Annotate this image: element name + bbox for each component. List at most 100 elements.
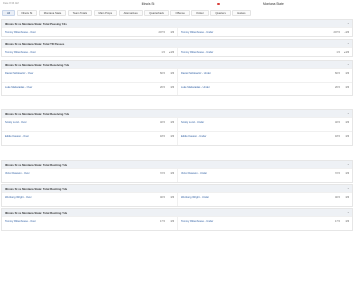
option-line: 18.5 — [334, 135, 340, 138]
option-odds: 1.5 — [170, 172, 174, 175]
tab-kicker[interactable]: Kicker — [191, 10, 209, 16]
option-line: 32.5 — [159, 121, 165, 124]
option-label: Tommy Rittenhouse - Over — [5, 31, 36, 34]
bet-option-over[interactable]: Tommy Rittenhouse - Over 1.5 +1.5 — [2, 47, 177, 56]
collapse-caret-icon[interactable]: ^ — [348, 112, 349, 116]
bet-option-under[interactable]: Victor Dawson - Under 72.5 1.5 — [177, 168, 352, 182]
option-label: Daniel Sobkowicz - Over — [5, 72, 34, 75]
market-panel: Illinois St vs Montana State: Total TD P… — [1, 39, 353, 57]
option-line: 1.5 — [336, 51, 340, 54]
team-a-name: Illinois St — [141, 1, 155, 6]
tab-all[interactable]: All — [2, 10, 15, 16]
option-line: 20.5 — [334, 86, 340, 89]
bet-option-over[interactable]: Scotty Lund - Over 32.5 1.5 — [2, 117, 177, 131]
bet-option-over[interactable]: Daniel Sobkowicz - Over 60.5 1.5 — [2, 68, 177, 82]
market-header[interactable]: Illinois St vs Montana State: Total Rush… — [2, 161, 352, 168]
collapse-caret-icon[interactable]: ^ — [348, 42, 349, 46]
market-panel: Illinois St vs Montana State: Total Rush… — [1, 184, 353, 207]
market-header[interactable]: Illinois St vs Montana State: Total TD P… — [2, 40, 352, 47]
option-line: 60.5 — [159, 72, 165, 75]
option-label: Tommy Rittenhouse - Under — [181, 31, 214, 34]
tab-halves[interactable]: Halves — [232, 10, 251, 16]
bet-option-under[interactable]: Tommy Rittenhouse - Under 1.5 +1.5 — [177, 47, 352, 56]
tab-quarterback[interactable]: Quarterback — [144, 10, 169, 16]
market-panel: Illinois St vs Montana State: Total Rece… — [1, 109, 353, 146]
collapse-caret-icon[interactable]: ^ — [348, 187, 349, 191]
option-odds: 1.5 — [345, 172, 349, 175]
market-panel: Illinois St vs Montana State: Total Pass… — [1, 19, 353, 37]
tab-team-a[interactable]: Illinois St — [16, 10, 38, 16]
option-odds: 1.5 — [345, 86, 349, 89]
market-title: Illinois St vs Montana State: Total Rush… — [5, 162, 68, 167]
market-title: Illinois St vs Montana State: Total Pass… — [5, 21, 67, 26]
market-panel: Illinois St vs Montana State: Total Rush… — [1, 160, 353, 183]
option-odds: 1.5 — [170, 196, 174, 199]
tab-team-totals[interactable]: Team Totals — [67, 10, 93, 16]
collapse-caret-icon[interactable]: ^ — [348, 63, 349, 67]
bet-option-under[interactable]: Eddie Kasson - Under 18.5 1.5 — [177, 131, 352, 145]
market-row: Tommy Rittenhouse - Over 17.5 1.5 Tommy … — [2, 216, 352, 230]
option-line: 207.5 — [158, 31, 166, 34]
option-label: Luke Mattaradas - Over — [5, 86, 33, 89]
market-header[interactable]: Illinois St vs Montana State: Total Pass… — [2, 20, 352, 27]
market-header[interactable]: Illinois St vs Montana State: Total Rush… — [2, 185, 352, 192]
option-odds: 1.5 — [345, 121, 349, 124]
option-line: 17.5 — [334, 220, 340, 223]
market-title: Illinois St vs Montana State: Total Rece… — [5, 111, 70, 116]
bet-option-under[interactable]: Daniel Sobkowicz - Under 60.5 1.5 — [177, 68, 352, 82]
option-line: 40.5 — [334, 196, 340, 199]
bet-option-over[interactable]: Tommy Rittenhouse - Over 17.5 1.5 — [2, 216, 177, 230]
tab-team-b[interactable]: Montana State — [38, 10, 67, 16]
market-panel: Illinois St vs Montana State: Total Rece… — [1, 60, 353, 96]
option-label: Luke Mattaradas - Under — [181, 86, 210, 89]
bet-option-under[interactable]: Tommy Rittenhouse - Under 17.5 1.5 — [177, 216, 352, 230]
bet-option-over[interactable]: Victor Dawson - Over 72.5 1.5 — [2, 168, 177, 182]
option-label: Tommy Rittenhouse - Over — [5, 220, 36, 223]
team-b-name: Montana State — [263, 1, 284, 6]
tab-quarters[interactable]: Quarters — [210, 10, 231, 16]
bet-option-under[interactable]: Tommy Rittenhouse - Under 207.5 -1.5 — [177, 27, 352, 36]
market-row: Scotty Lund - Over 32.5 1.5 Scotty Lund … — [2, 117, 352, 131]
market-title: Illinois St vs Montana State: Total Rece… — [5, 62, 70, 67]
live-indicator-icon — [217, 2, 220, 6]
market-title: Illinois St vs Montana State: Total TD P… — [5, 41, 65, 46]
option-label: Victor Dawson - Over — [5, 172, 30, 175]
bet-option-under[interactable]: Wenberg Wright - Under 40.5 1.5 — [177, 192, 352, 206]
option-odds: 1.5 — [170, 31, 174, 34]
market-row: Tommy Rittenhouse - Over 1.5 +1.5 Tommy … — [2, 47, 352, 56]
tab-alternatives[interactable]: Alternatives — [118, 10, 143, 16]
market-title: Illinois St vs Montana State: Total Rush… — [5, 210, 68, 215]
bet-option-under[interactable]: Luke Mattaradas - Under 20.5 1.5 — [177, 82, 352, 95]
bet-option-over[interactable]: Wenberg Wright - Over 40.5 1.5 — [2, 192, 177, 206]
market-row: Victor Dawson - Over 72.5 1.5 Victor Daw… — [2, 168, 352, 182]
collapse-caret-icon[interactable]: ^ — [348, 211, 349, 215]
bet-option-under[interactable]: Scotty Lund - Under 32.5 1.5 — [177, 117, 352, 131]
option-label: Eddie Kasson - Over — [5, 135, 29, 138]
match-header: Date 8:36 AM Illinois St Montana State — [0, 0, 354, 8]
option-odds: 1.5 — [170, 86, 174, 89]
tab-main-props[interactable]: Main Props — [93, 10, 118, 16]
option-odds: 1.5 — [345, 135, 349, 138]
option-odds: 1.5 — [170, 135, 174, 138]
option-line: 18.5 — [159, 135, 165, 138]
market-row: Wenberg Wright - Over 40.5 1.5 Wenberg W… — [2, 192, 352, 206]
option-odds: 1.5 — [345, 72, 349, 75]
market-header[interactable]: Illinois St vs Montana State: Total Rece… — [2, 110, 352, 117]
bet-option-over[interactable]: Eddie Kasson - Over 18.5 1.5 — [2, 131, 177, 145]
market-header[interactable]: Illinois St vs Montana State: Total Rece… — [2, 61, 352, 68]
option-line: 72.5 — [159, 172, 165, 175]
tab-offense[interactable]: Offense — [170, 10, 190, 16]
option-label: Eddie Kasson - Under — [181, 135, 207, 138]
market-row: Eddie Kasson - Over 18.5 1.5 Eddie Kasso… — [2, 131, 352, 145]
market-row: Tommy Rittenhouse - Over 207.5 1.5 Tommy… — [2, 27, 352, 36]
collapse-caret-icon[interactable]: ^ — [348, 22, 349, 26]
bet-option-over[interactable]: Luke Mattaradas - Over 20.5 1.5 — [2, 82, 177, 95]
market-header[interactable]: Illinois St vs Montana State: Total Rush… — [2, 209, 352, 216]
bet-option-over[interactable]: Tommy Rittenhouse - Over 207.5 1.5 — [2, 27, 177, 36]
option-line: 60.5 — [334, 72, 340, 75]
market-row: Daniel Sobkowicz - Over 60.5 1.5 Daniel … — [2, 68, 352, 82]
option-label: Wenberg Wright - Over — [5, 196, 32, 199]
option-line: 40.5 — [159, 196, 165, 199]
collapse-caret-icon[interactable]: ^ — [348, 163, 349, 167]
option-line: 72.5 — [334, 172, 340, 175]
